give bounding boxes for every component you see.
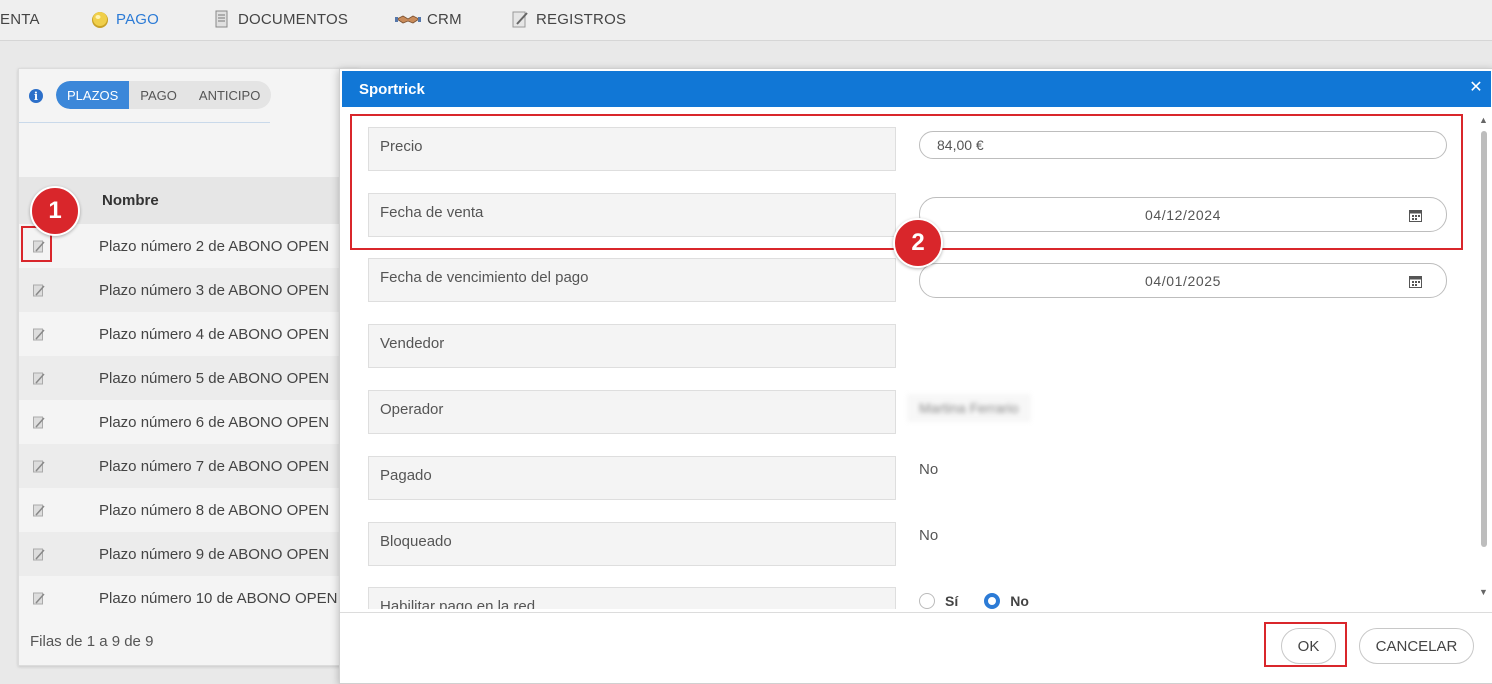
table-row[interactable]: Plazo número 8 de ABONO OPEN xyxy=(19,488,359,532)
operador-value: Martina Ferrario xyxy=(907,394,1031,422)
table-row[interactable]: Plazo número 3 de ABONO OPEN xyxy=(19,268,359,312)
pagination-info: Filas de 1 a 9 de 9 xyxy=(30,633,154,650)
table-row[interactable]: Plazo número 4 de ABONO OPEN xyxy=(19,312,359,356)
label-operador: Operador xyxy=(368,390,896,434)
label-bloqueado: Bloqueado xyxy=(368,522,896,566)
dialog-header: Sportrick ✕ xyxy=(342,71,1491,107)
row-name: Plazo número 3 de ABONO OPEN xyxy=(99,281,330,299)
nav-documentos-label: DOCUMENTOS xyxy=(238,10,349,28)
row-name: Plazo número 8 de ABONO OPEN xyxy=(99,501,330,519)
nav-registros[interactable]: REGISTROS xyxy=(510,0,626,38)
tab-pago[interactable]: PAGO xyxy=(129,81,188,109)
row-name: Plazo número 5 de ABONO OPEN xyxy=(99,369,330,387)
row-name: Plazo número 4 de ABONO OPEN xyxy=(99,325,330,343)
habilitar-radio-group: Sí No xyxy=(919,592,1055,609)
dialog-scrollbar[interactable]: ▲ ▼ xyxy=(1479,113,1489,601)
tabs-divider xyxy=(19,122,270,123)
row-name: Plazo número 7 de ABONO OPEN xyxy=(99,457,330,475)
edit-icon[interactable] xyxy=(33,460,45,473)
installments-table: Plazo número 2 de ABONO OPEN Plazo númer… xyxy=(19,224,359,620)
nav-documentos[interactable]: DOCUMENTOS xyxy=(212,0,348,38)
column-header-nombre[interactable]: Nombre xyxy=(102,192,159,209)
nav-venta[interactable]: ENTA xyxy=(0,0,40,38)
step-badge-1: 1 xyxy=(30,186,80,236)
nav-registros-label: REGISTROS xyxy=(536,10,627,28)
fecha-vencimiento-input[interactable]: 04/01/2025 xyxy=(919,263,1447,298)
radio-no[interactable] xyxy=(984,593,1001,609)
edit-icon[interactable] xyxy=(33,504,45,517)
nav-venta-label: ENTA xyxy=(0,10,40,28)
tab-plazos[interactable]: PLAZOS xyxy=(56,81,130,109)
calendar-icon[interactable] xyxy=(1409,275,1422,288)
row-name: Plazo número 6 de ABONO OPEN xyxy=(99,413,330,431)
fecha-vencimiento-value: 04/01/2025 xyxy=(1144,272,1222,289)
edit-icon[interactable] xyxy=(33,548,45,561)
coins-icon xyxy=(92,12,108,28)
label-pagado: Pagado xyxy=(368,456,896,500)
edit-icon[interactable] xyxy=(33,284,45,297)
table-row[interactable]: Plazo número 9 de ABONO OPEN xyxy=(19,532,359,576)
nav-crm[interactable]: CRM xyxy=(395,0,462,38)
label-vendedor: Vendedor xyxy=(368,324,896,368)
highlight-box-ok xyxy=(1264,622,1347,667)
edit-icon[interactable] xyxy=(33,416,45,429)
document-icon xyxy=(215,10,228,28)
close-icon[interactable]: ✕ xyxy=(1469,80,1483,96)
table-row[interactable]: Plazo número 10 de ABONO OPEN xyxy=(19,576,359,620)
info-icon[interactable]: i xyxy=(29,89,43,103)
radio-no-label: No xyxy=(1010,593,1029,609)
cancel-button[interactable]: CANCELAR xyxy=(1359,628,1474,664)
edit-document-icon xyxy=(512,11,528,28)
radio-si[interactable] xyxy=(919,593,935,609)
pagado-value: No xyxy=(919,461,939,478)
nav-crm-label: CRM xyxy=(427,10,462,28)
step-badge-2: 2 xyxy=(893,218,943,268)
dialog-title: Sportrick xyxy=(359,80,425,98)
row-name: Plazo número 10 de ABONO OPEN xyxy=(99,589,338,607)
row-name: Plazo número 9 de ABONO OPEN xyxy=(99,545,330,563)
label-habilitar-pago: Habilitar pago en la red xyxy=(368,587,896,609)
scroll-down-icon[interactable]: ▼ xyxy=(1479,587,1488,597)
nav-pago[interactable]: PAGO xyxy=(90,0,159,38)
edit-icon[interactable] xyxy=(33,328,45,341)
scroll-up-icon[interactable]: ▲ xyxy=(1479,115,1488,125)
top-navigation: ENTA PAGO DOCUMENTOS CRM REGISTROS xyxy=(0,0,1492,41)
edit-icon[interactable] xyxy=(33,372,45,385)
scroll-thumb[interactable] xyxy=(1481,131,1487,547)
tab-bar: PLAZOS PAGO ANTICIPO xyxy=(56,81,272,109)
edit-icon[interactable] xyxy=(33,592,45,605)
radio-si-label: Sí xyxy=(945,593,959,609)
label-fecha-vencimiento: Fecha de vencimiento del pago xyxy=(368,258,896,302)
table-row[interactable]: Plazo número 6 de ABONO OPEN xyxy=(19,400,359,444)
handshake-icon xyxy=(395,15,421,24)
table-row[interactable]: Plazo número 7 de ABONO OPEN xyxy=(19,444,359,488)
bloqueado-value: No xyxy=(919,527,939,544)
nav-pago-label: PAGO xyxy=(116,10,160,28)
table-row[interactable]: Plazo número 5 de ABONO OPEN xyxy=(19,356,359,400)
installments-panel: i PLAZOS PAGO ANTICIPO Nombre Plazo núme… xyxy=(18,68,360,666)
tab-anticipo[interactable]: ANTICIPO xyxy=(188,81,271,109)
row-name: Plazo número 2 de ABONO OPEN xyxy=(99,237,330,255)
